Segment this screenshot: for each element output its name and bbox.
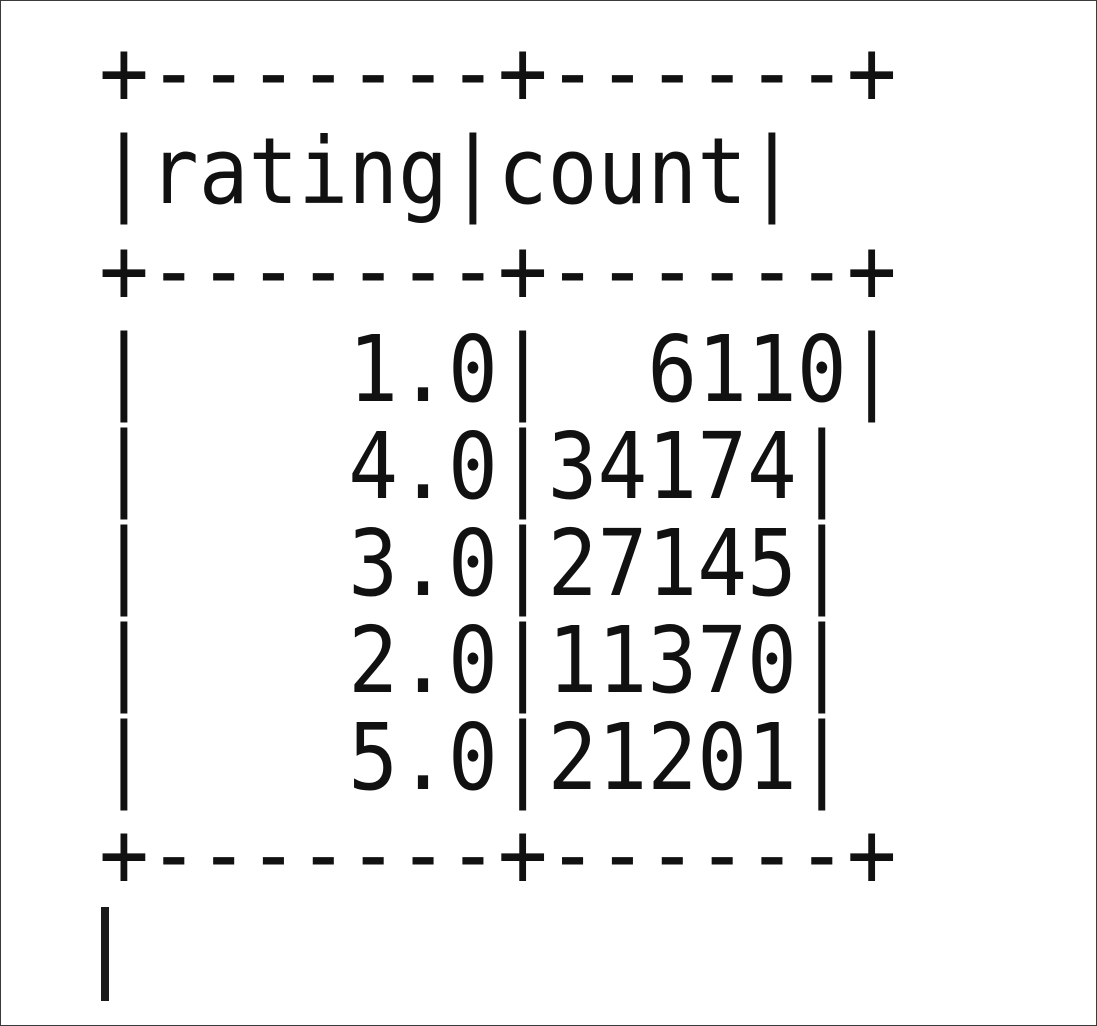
table-row: | 3.0|27145|: [99, 510, 847, 617]
query-result-table: +-------+------+ |rating|count| +-------+-…: [99, 23, 897, 904]
table-row: | 4.0|34174|: [99, 413, 847, 520]
table-border-top: +-------+------+: [99, 19, 897, 126]
table-header-divider: +-------+------+: [99, 217, 897, 324]
table-header-row: |rating|count|: [99, 118, 797, 225]
table-border-bottom: +-------+------+: [99, 801, 897, 908]
table-row: | 5.0|21201|: [99, 704, 847, 811]
console-frame: +-------+------+ |rating|count| +-------+-…: [0, 0, 1097, 1026]
table-row: | 2.0|11370|: [99, 607, 847, 714]
table-row: | 1.0| 6110|: [99, 316, 897, 423]
text-cursor[interactable]: [101, 907, 109, 1001]
